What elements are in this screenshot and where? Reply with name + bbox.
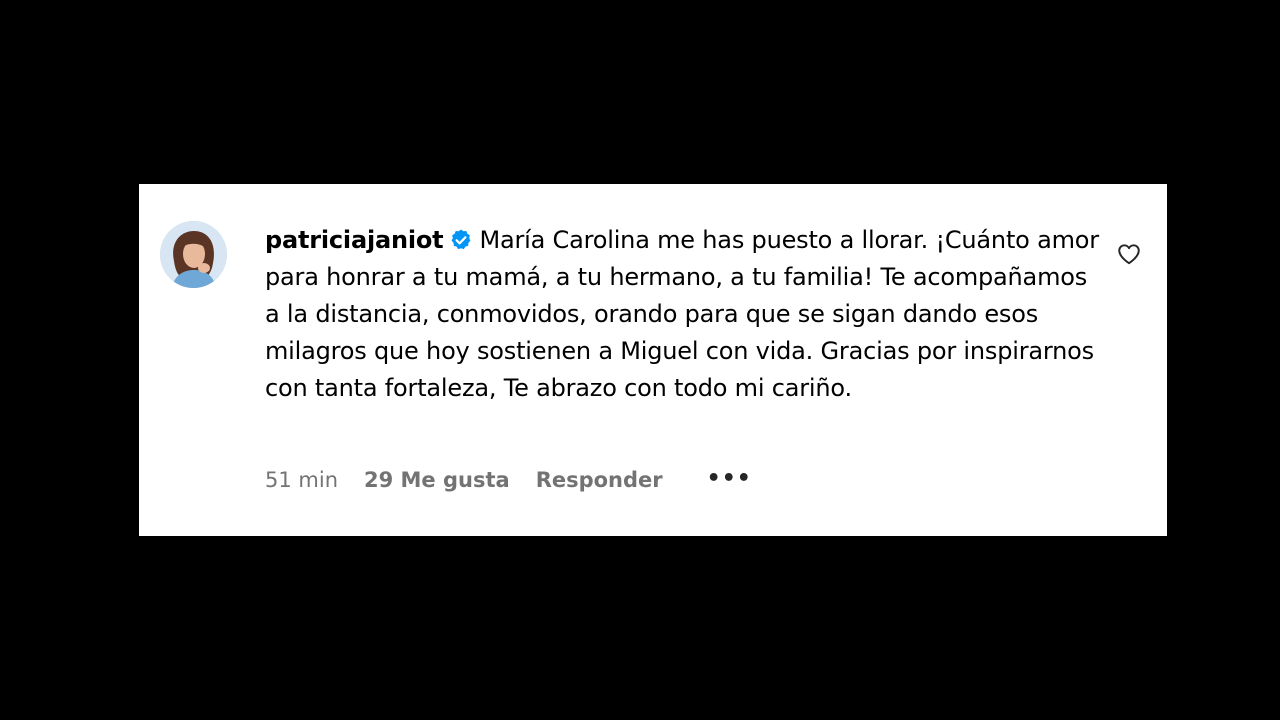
verified-badge-icon: [449, 226, 473, 250]
comment-actions: 51 min 29 Me gusta Responder •••: [265, 465, 752, 495]
comment-timestamp[interactable]: 51 min: [265, 468, 338, 492]
screen: patriciajaniot María Carolina me has pues…: [0, 0, 1280, 720]
more-options-icon[interactable]: •••: [707, 466, 752, 491]
comment-body: patriciajaniot María Carolina me has pues…: [265, 222, 1100, 407]
likes-count-button[interactable]: 29 Me gusta: [364, 468, 510, 492]
comment-card: patriciajaniot María Carolina me has pues…: [139, 184, 1167, 536]
username-link[interactable]: patriciajaniot: [265, 226, 444, 254]
heart-outline-icon[interactable]: [1116, 241, 1142, 267]
avatar[interactable]: [160, 221, 227, 288]
reply-button[interactable]: Responder: [536, 468, 663, 492]
